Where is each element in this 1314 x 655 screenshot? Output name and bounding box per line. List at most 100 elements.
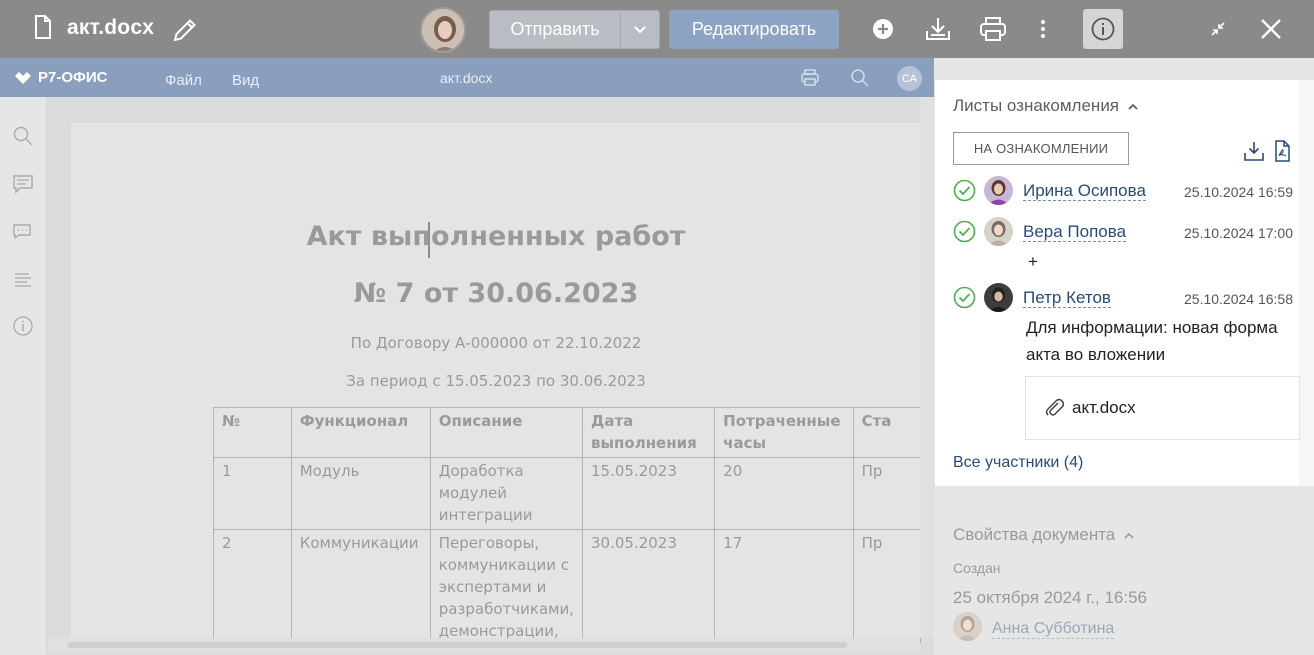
download-icon[interactable]: [1243, 140, 1265, 162]
chat-icon[interactable]: [12, 221, 34, 243]
printer-icon: [980, 17, 1006, 41]
attachment-name[interactable]: акт.docx: [1072, 398, 1136, 418]
familiarization-card: Листы ознакомления НА ОЗНАКОМЛЕНИИ Ирина…: [935, 80, 1300, 486]
participant-comment: +: [1028, 252, 1038, 271]
chevron-down-icon: [634, 25, 646, 33]
close-button[interactable]: [1256, 14, 1286, 44]
avatar[interactable]: [953, 612, 982, 641]
file-icon: [35, 15, 51, 39]
check-circle-icon: [953, 286, 976, 309]
info-button[interactable]: [1083, 9, 1123, 49]
author-name[interactable]: Анна Субботина: [992, 620, 1115, 639]
print-icon[interactable]: [800, 68, 820, 88]
info-icon: [1091, 17, 1115, 41]
table-cell: 17: [714, 529, 854, 643]
created-date: 25 октября 2024 г., 16:56: [953, 588, 1148, 607]
table-header-cell: №: [213, 407, 292, 458]
top-bar: акт.docx Отправить Редактировать: [0, 0, 1314, 58]
table-cell: 2: [213, 529, 292, 643]
table-cell: 30.05.2023: [581, 529, 716, 643]
table-row: 1 Модуль Доработка модулей интеграции 15…: [213, 457, 921, 530]
table-cell: Пр: [852, 529, 921, 643]
edit-button[interactable]: Редактировать: [669, 10, 839, 49]
table-cell: Переговоры, коммуникации с экспертами и …: [429, 529, 583, 643]
check-circle-icon: [953, 220, 976, 243]
user-initials-avatar[interactable]: СА: [897, 66, 922, 91]
table-header-row: № Функционал Описание Дата выполнения По…: [213, 407, 921, 458]
editor-doc-name: акт.docx: [440, 70, 493, 86]
doc-number: № 7 от 30.06.2023: [353, 278, 639, 309]
comment-icon[interactable]: [12, 173, 34, 195]
pencil-icon[interactable]: [171, 16, 199, 44]
scrollbar-thumb[interactable]: [67, 642, 847, 648]
table-cell: Коммуникации: [290, 529, 431, 643]
works-table: № Функционал Описание Дата выполнения По…: [213, 407, 921, 643]
download-button[interactable]: [923, 14, 953, 44]
chevron-up-icon: [1128, 103, 1138, 110]
table-header-cell: Дата выполнения: [581, 407, 716, 458]
status-badge[interactable]: НА ОЗНАКОМЛЕНИИ: [953, 132, 1129, 165]
close-icon: [1261, 19, 1281, 39]
vertical-scrollbar[interactable]: [920, 97, 934, 638]
download-icon: [926, 18, 950, 40]
avatar[interactable]: [984, 283, 1013, 312]
avatar[interactable]: [984, 176, 1013, 205]
search-icon[interactable]: [850, 68, 870, 88]
properties-title-text: Свойства документа: [953, 525, 1116, 544]
participant-time: 25.10.2024 16:58: [1184, 291, 1293, 307]
plus-circle-icon: [873, 19, 893, 39]
created-label: Создан: [953, 560, 1001, 576]
logo-text: Р7-ОФИС: [38, 69, 108, 86]
table-cell: Модуль: [290, 457, 431, 530]
current-user-avatar[interactable]: [420, 7, 466, 53]
familiarization-title-text: Листы ознакомления: [953, 96, 1120, 115]
participant-name[interactable]: Вера Попова: [1023, 222, 1127, 242]
participant-comment: Для информации: новая форма акта во влож…: [1026, 318, 1278, 364]
table-row: 2 Коммуникации Переговоры, коммуникации …: [213, 529, 921, 643]
table-cell: Пр: [852, 457, 921, 530]
all-participants-link[interactable]: Все участники (4): [953, 454, 1083, 472]
search-icon[interactable]: [12, 125, 34, 147]
avatar[interactable]: [984, 217, 1013, 246]
more-menu-button[interactable]: [1028, 14, 1058, 44]
table-header-cell: Описание: [429, 407, 583, 458]
horizontal-scrollbar[interactable]: [47, 638, 920, 652]
send-dropdown-button[interactable]: [620, 10, 660, 49]
document-canvas[interactable]: Акт выполненных работ № 7 от 30.06.2023 …: [47, 97, 934, 655]
menu-file[interactable]: Файл: [165, 72, 202, 89]
editor-logo: Р7-ОФИС: [14, 69, 107, 86]
more-vertical-icon: [1041, 20, 1045, 38]
participant-name[interactable]: Ирина Осипова: [1023, 181, 1146, 201]
left-toolbar: [0, 97, 47, 655]
properties-title[interactable]: Свойства документа: [953, 525, 1134, 545]
headings-icon[interactable]: [12, 269, 34, 291]
check-circle-icon: [953, 179, 976, 202]
menu-view[interactable]: Вид: [232, 72, 259, 89]
panel-scrollbar[interactable]: [1299, 80, 1314, 486]
info-icon[interactable]: [12, 315, 34, 337]
attachment-card[interactable]: акт.docx: [1025, 376, 1300, 440]
document-page[interactable]: Акт выполненных работ № 7 от 30.06.2023 …: [71, 123, 921, 643]
doc-contract: По Договору А-000000 от 22.10.2022: [350, 334, 642, 352]
print-button[interactable]: [978, 14, 1008, 44]
pdf-icon[interactable]: [1271, 140, 1293, 162]
send-button[interactable]: Отправить: [489, 10, 621, 49]
editor-header: Р7-ОФИС Файл Вид акт.docx СА: [0, 58, 934, 97]
collapse-icon: [1211, 22, 1225, 36]
document-title: акт.docx: [67, 16, 155, 39]
table-cell: Доработка модулей интеграции: [429, 457, 583, 530]
add-button[interactable]: [868, 14, 898, 44]
collapse-button[interactable]: [1203, 14, 1233, 44]
chevron-up-icon: [1124, 532, 1134, 539]
participant-name[interactable]: Петр Кетов: [1023, 288, 1111, 308]
doc-period: За период с 15.05.2023 по 30.06.2023: [346, 372, 646, 390]
table-header-cell: Ста: [852, 407, 921, 458]
familiarization-title[interactable]: Листы ознакомления: [953, 96, 1138, 116]
table-cell: 1: [213, 457, 292, 530]
logo-icon: [15, 71, 31, 84]
table-cell: 20: [714, 457, 854, 530]
table-header-cell: Функционал: [290, 407, 431, 458]
doc-heading: Акт выполненных работ: [306, 221, 686, 252]
table-header-cell: Потраченные часы: [714, 407, 854, 458]
participant-time: 25.10.2024 16:59: [1184, 184, 1293, 200]
